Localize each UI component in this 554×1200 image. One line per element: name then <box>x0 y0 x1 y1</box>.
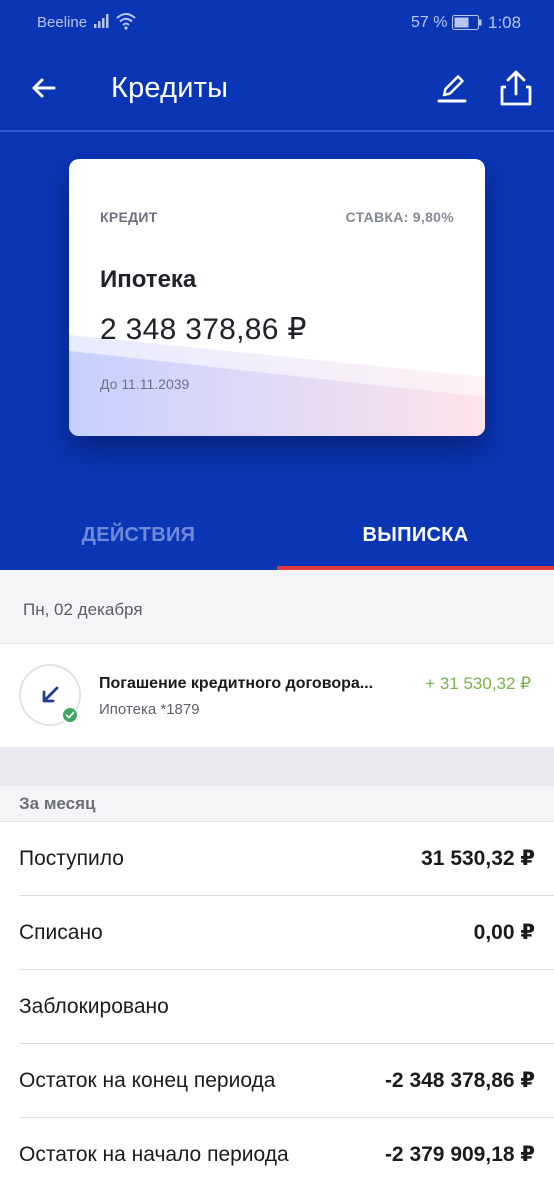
pencil-icon <box>437 75 467 103</box>
tab-statement[interactable]: ВЫПИСКА <box>277 500 554 570</box>
tab-bar: ДЕЙСТВИЯ ВЫПИСКА <box>0 500 554 570</box>
transaction-subtitle: Ипотека *1879 <box>99 701 200 718</box>
status-bar: Beeline 57 % 1:08 <box>0 0 554 46</box>
edit-button[interactable] <box>432 68 472 108</box>
date-group-header: Пн, 02 декабря <box>0 570 554 644</box>
battery-percent: 57 % <box>411 14 448 31</box>
summary-value: -2 348 378,86 ₽ <box>384 1069 535 1092</box>
transaction-amount: + 31 530,32 ₽ <box>425 674 531 693</box>
summary-label: Поступило <box>19 847 124 870</box>
summary-header: За месяц <box>0 786 554 822</box>
summary-row-blocked: Заблокировано <box>0 970 554 1044</box>
share-button[interactable] <box>496 66 536 110</box>
card-decoration <box>69 335 485 436</box>
summary-label: Остаток на начало периода <box>19 1143 289 1166</box>
summary-row-received: Поступило 31 530,32 ₽ <box>0 822 554 896</box>
transaction-row[interactable]: Погашение кредитного договора... Ипотека… <box>0 644 554 747</box>
interest-rate: СТАВКА: 9,80% <box>345 209 454 225</box>
card-type-label: КРЕДИТ <box>100 209 158 225</box>
incoming-arrow-icon <box>42 686 59 703</box>
share-icon <box>500 70 532 106</box>
summary-value: 31 530,32 ₽ <box>421 847 535 870</box>
battery-icon <box>452 15 482 30</box>
clock: 1:08 <box>488 13 522 32</box>
summary-title: За месяц <box>19 794 96 813</box>
summary-label: Списано <box>19 921 103 944</box>
loan-name: Ипотека <box>100 266 197 293</box>
signal-icon <box>94 14 109 28</box>
wifi-icon <box>116 13 136 30</box>
summary-value: -2 379 909,18 ₽ <box>384 1143 535 1166</box>
summary-label: Заблокировано <box>19 995 169 1018</box>
summary-row-opening-balance: Остаток на начало периода -2 379 909,18 … <box>0 1118 554 1192</box>
summary-value: 0,00 ₽ <box>473 921 535 944</box>
section-divider <box>0 747 554 786</box>
transaction-icon <box>19 664 81 726</box>
summary-row-debited: Списано 0,00 ₽ <box>0 896 554 970</box>
back-button[interactable] <box>24 68 64 108</box>
loan-amount: 2 348 378,86 ₽ <box>100 313 307 346</box>
summary-row-closing-balance: Остаток на конец периода -2 348 378,86 ₽ <box>0 1044 554 1118</box>
summary-label: Остаток на конец периода <box>19 1069 276 1092</box>
page-title: Кредиты <box>111 72 229 104</box>
app-bar: Кредиты <box>0 46 554 132</box>
loan-card[interactable]: КРЕДИТ СТАВКА: 9,80% Ипотека 2 348 378,8… <box>69 159 485 436</box>
transaction-title: Погашение кредитного договора... <box>99 675 374 692</box>
carrier-name: Beeline <box>37 14 88 31</box>
header-area: Beeline 57 % 1:08 Кредиты КРЕДИТ СТАВКА:… <box>0 0 554 570</box>
back-arrow-icon <box>32 78 56 98</box>
tab-actions[interactable]: ДЕЙСТВИЯ <box>0 500 277 570</box>
check-icon <box>61 706 79 724</box>
date-label: Пн, 02 декабря <box>23 600 143 619</box>
loan-due-date: До 11.11.2039 <box>100 376 190 392</box>
